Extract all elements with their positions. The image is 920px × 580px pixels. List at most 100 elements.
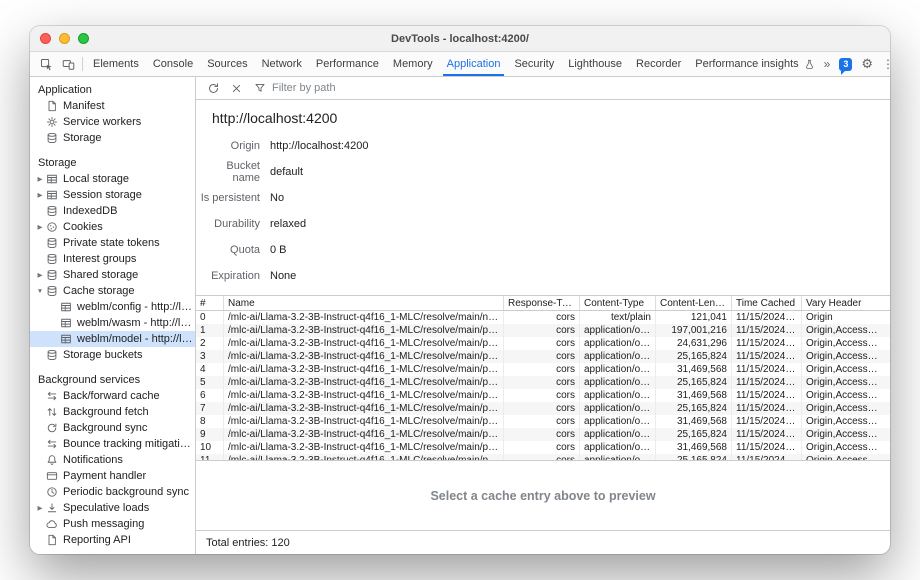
console-messages-badge[interactable]: 3 bbox=[839, 58, 852, 71]
database-icon bbox=[45, 284, 59, 298]
main-menu-icon[interactable]: ⋮ bbox=[882, 57, 890, 71]
column-header-response-type[interactable]: Response-Type bbox=[504, 296, 580, 310]
tab-label: Elements bbox=[93, 58, 139, 70]
sidebar-item-indexeddb[interactable]: IndexedDB bbox=[30, 203, 195, 219]
cell-response-type: cors bbox=[504, 337, 580, 350]
sidebar-item-speculative-loads[interactable]: ▶Speculative loads bbox=[30, 500, 195, 516]
cache-entry-row[interactable]: 7/mlc-ai/Llama-3.2-3B-Instruct-q4f16_1-M… bbox=[196, 402, 890, 415]
table-body: 0/mlc-ai/Llama-3.2-3B-Instruct-q4f16_1-M… bbox=[196, 311, 890, 461]
sidebar-item-weblm-model-http-loc[interactable]: weblm/model - http://loc… bbox=[30, 331, 195, 347]
arrows-updown-icon bbox=[45, 405, 59, 419]
tab-sources[interactable]: Sources bbox=[200, 52, 254, 76]
cache-entry-row[interactable]: 11/mlc-ai/Llama-3.2-3B-Instruct-q4f16_1-… bbox=[196, 454, 890, 461]
tab-performance-insights[interactable]: Performance insights bbox=[688, 52, 823, 76]
sidebar-item-local-storage[interactable]: ▶ Local storage bbox=[30, 171, 195, 187]
column-header-name[interactable]: Name bbox=[224, 296, 504, 310]
zoom-window-button[interactable] bbox=[78, 33, 89, 44]
cell-content-length: 25,165,824 bbox=[656, 376, 732, 389]
cell-response-type: cors bbox=[504, 311, 580, 324]
tab-label: Console bbox=[153, 58, 193, 70]
cell-time-cached: 11/15/2024, 10… bbox=[732, 402, 802, 415]
cache-entry-row[interactable]: 0/mlc-ai/Llama-3.2-3B-Instruct-q4f16_1-M… bbox=[196, 311, 890, 324]
tabbar-divider bbox=[82, 57, 83, 71]
tab-performance[interactable]: Performance bbox=[309, 52, 386, 76]
cell-: 8 bbox=[196, 415, 224, 428]
chevron-collapsed-icon[interactable]: ▶ bbox=[35, 271, 45, 279]
cache-entry-row[interactable]: 8/mlc-ai/Llama-3.2-3B-Instruct-q4f16_1-M… bbox=[196, 415, 890, 428]
cell-name: /mlc-ai/Llama-3.2-3B-Instruct-q4f16_1-ML… bbox=[224, 376, 504, 389]
sidebar-item-service-workers[interactable]: Service workers bbox=[30, 114, 195, 130]
sidebar-item-cache-storage[interactable]: ▼Cache storage bbox=[30, 283, 195, 299]
refresh-icon[interactable] bbox=[202, 77, 225, 99]
sidebar-item-label: Push messaging bbox=[63, 518, 144, 530]
tab-recorder[interactable]: Recorder bbox=[629, 52, 688, 76]
cache-entry-row[interactable]: 9/mlc-ai/Llama-3.2-3B-Instruct-q4f16_1-M… bbox=[196, 428, 890, 441]
minimize-window-button[interactable] bbox=[59, 33, 70, 44]
sidebar-item-interest-groups[interactable]: Interest groups bbox=[30, 251, 195, 267]
meta-label: Durability bbox=[196, 218, 260, 230]
tab-memory[interactable]: Memory bbox=[386, 52, 440, 76]
cache-entry-row[interactable]: 10/mlc-ai/Llama-3.2-3B-Instruct-q4f16_1-… bbox=[196, 441, 890, 454]
sidebar-item-weblm-config-http-loc[interactable]: weblm/config - http://loc… bbox=[30, 299, 195, 315]
sidebar-item-storage[interactable]: Storage bbox=[30, 130, 195, 146]
sidebar-item-back-forward-cache[interactable]: Back/forward cache bbox=[30, 388, 195, 404]
delete-selected-icon[interactable] bbox=[225, 77, 248, 99]
sidebar-item-label: Storage buckets bbox=[63, 349, 143, 361]
meta-row-quota: Quota0 B bbox=[196, 237, 890, 263]
chevron-collapsed-icon[interactable]: ▶ bbox=[35, 175, 45, 183]
sidebar-item-private-state-tokens[interactable]: Private state tokens bbox=[30, 235, 195, 251]
chevron-expanded-icon[interactable]: ▼ bbox=[35, 288, 45, 295]
sidebar-item-cookies[interactable]: ▶Cookies bbox=[30, 219, 195, 235]
tab-application[interactable]: Application bbox=[440, 52, 508, 76]
cache-entry-row[interactable]: 4/mlc-ai/Llama-3.2-3B-Instruct-q4f16_1-M… bbox=[196, 363, 890, 376]
total-entries-label: Total entries: 120 bbox=[206, 537, 290, 549]
column-header-content-type[interactable]: Content-Type bbox=[580, 296, 656, 310]
sync-icon bbox=[45, 421, 59, 435]
sidebar-item-push-messaging[interactable]: Push messaging bbox=[30, 516, 195, 532]
sidebar-item-storage-buckets[interactable]: Storage buckets bbox=[30, 347, 195, 363]
cache-entry-row[interactable]: 5/mlc-ai/Llama-3.2-3B-Instruct-q4f16_1-M… bbox=[196, 376, 890, 389]
tab-label: Network bbox=[262, 58, 302, 70]
column-header-content-length[interactable]: Content-Length bbox=[656, 296, 732, 310]
filter-input[interactable]: Filter by path bbox=[253, 81, 336, 95]
chevron-collapsed-icon[interactable]: ▶ bbox=[35, 191, 45, 199]
sidebar-item-periodic-background-sync[interactable]: Periodic background sync bbox=[30, 484, 195, 500]
tab-network[interactable]: Network bbox=[255, 52, 309, 76]
sidebar-item-label: Local storage bbox=[63, 173, 129, 185]
inspect-element-icon[interactable] bbox=[35, 52, 57, 76]
tab-label: Performance insights bbox=[695, 58, 798, 70]
tab-label: Recorder bbox=[636, 58, 681, 70]
cell-: 10 bbox=[196, 441, 224, 454]
tab-elements[interactable]: Elements bbox=[86, 52, 146, 76]
sidebar-item-bounce-tracking-mitigations[interactable]: Bounce tracking mitigations bbox=[30, 436, 195, 452]
cache-entry-row[interactable]: 6/mlc-ai/Llama-3.2-3B-Instruct-q4f16_1-M… bbox=[196, 389, 890, 402]
column-header-time-cached[interactable]: Time Cached bbox=[732, 296, 802, 310]
close-window-button[interactable] bbox=[40, 33, 51, 44]
sidebar-item-background-sync[interactable]: Background sync bbox=[30, 420, 195, 436]
settings-gear-icon[interactable]: ⚙ bbox=[861, 56, 873, 72]
more-tabs-icon[interactable]: » bbox=[824, 57, 831, 71]
tab-console[interactable]: Console bbox=[146, 52, 200, 76]
table-header-row: #NameResponse-TypeContent-TypeContent-Le… bbox=[196, 296, 890, 311]
tab-lighthouse[interactable]: Lighthouse bbox=[561, 52, 629, 76]
sidebar-item-weblm-wasm-http-loca[interactable]: weblm/wasm - http://loca… bbox=[30, 315, 195, 331]
device-toolbar-icon[interactable] bbox=[57, 52, 79, 76]
cache-entry-row[interactable]: 1/mlc-ai/Llama-3.2-3B-Instruct-q4f16_1-M… bbox=[196, 324, 890, 337]
chevron-collapsed-icon[interactable]: ▶ bbox=[35, 223, 45, 231]
column-header-vary-header[interactable]: Vary Header bbox=[802, 296, 890, 310]
column-header-[interactable]: # bbox=[196, 296, 224, 310]
sidebar-item-reporting-api[interactable]: Reporting API bbox=[30, 532, 195, 548]
chevron-collapsed-icon[interactable]: ▶ bbox=[35, 504, 45, 512]
sidebar-item-notifications[interactable]: Notifications bbox=[30, 452, 195, 468]
cell-vary-header: Origin,Access… bbox=[802, 363, 890, 376]
cell-name: /mlc-ai/Llama-3.2-3B-Instruct-q4f16_1-ML… bbox=[224, 415, 504, 428]
sidebar-item-session-storage[interactable]: ▶Session storage bbox=[30, 187, 195, 203]
meta-value: None bbox=[270, 270, 296, 282]
tab-security[interactable]: Security bbox=[507, 52, 561, 76]
sidebar-item-shared-storage[interactable]: ▶Shared storage bbox=[30, 267, 195, 283]
sidebar-item-payment-handler[interactable]: Payment handler bbox=[30, 468, 195, 484]
sidebar-item-manifest[interactable]: Manifest bbox=[30, 98, 195, 114]
cache-entry-row[interactable]: 3/mlc-ai/Llama-3.2-3B-Instruct-q4f16_1-M… bbox=[196, 350, 890, 363]
sidebar-item-background-fetch[interactable]: Background fetch bbox=[30, 404, 195, 420]
cache-entry-row[interactable]: 2/mlc-ai/Llama-3.2-3B-Instruct-q4f16_1-M… bbox=[196, 337, 890, 350]
